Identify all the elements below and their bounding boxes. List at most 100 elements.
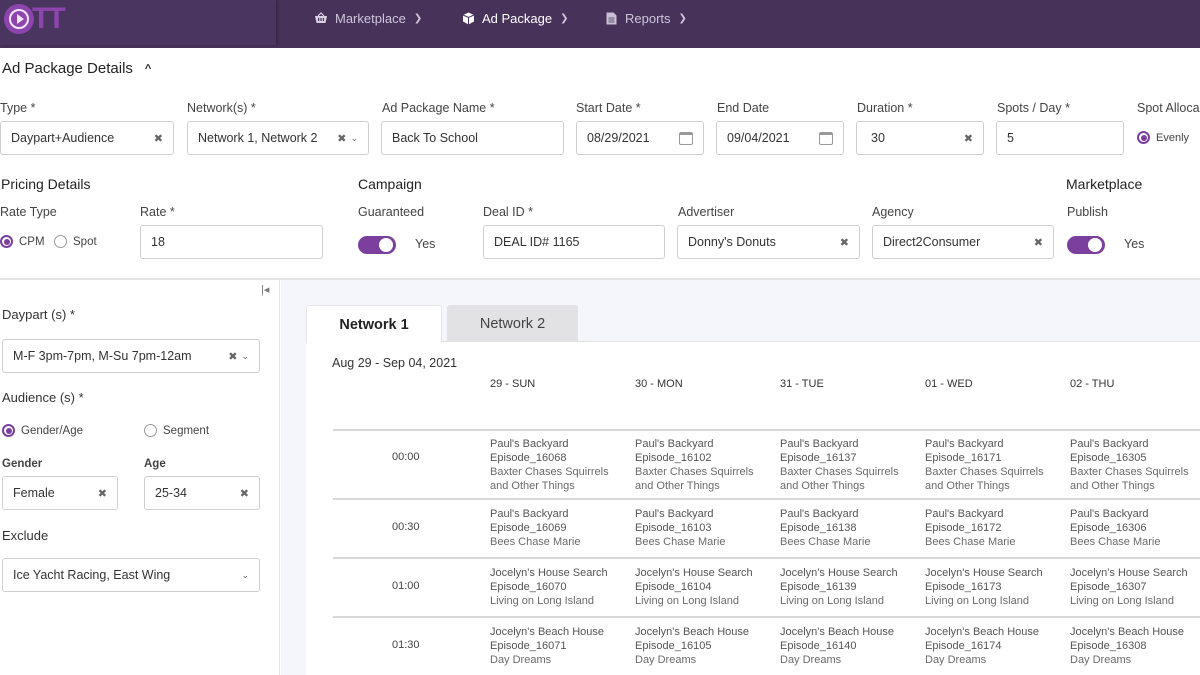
episode-title: Bees Chase Marie — [1070, 536, 1161, 548]
type-select[interactable]: Daypart+Audience ✖ — [0, 121, 174, 155]
program-title: Paul's Backyard — [490, 438, 569, 450]
schedule-cell[interactable]: Paul's Backyard Episode_16172 Bees Chase M… — [925, 507, 1016, 549]
chevron-up-icon[interactable]: ^ — [145, 63, 151, 75]
gender-select[interactable]: Female ✖ — [2, 476, 118, 510]
clear-icon[interactable]: ✖ — [154, 132, 163, 145]
advertiser-select[interactable]: Donny's Donuts ✖ — [677, 225, 860, 259]
rate-type-spot-radio[interactable]: Spot — [54, 235, 97, 248]
schedule-cell[interactable]: Jocelyn's House Search Episode_16104 Livin… — [635, 566, 753, 608]
nav-ad-package[interactable]: Ad Package ❯ — [461, 0, 569, 36]
schedule-cell[interactable]: Paul's Backyard Episode_16137 Baxter Chase… — [780, 437, 899, 493]
episode-title: Day Dreams — [635, 654, 697, 666]
program-title: Paul's Backyard — [925, 508, 1004, 520]
guaranteed-toggle[interactable] — [358, 236, 396, 254]
tab-network-2-label: Network 2 — [479, 315, 546, 332]
episode-title: Living on Long Island — [780, 595, 884, 607]
clear-icon[interactable]: ✖ — [840, 236, 849, 249]
schedule-cell[interactable]: Jocelyn's Beach House Episode_16174 Day Dr… — [925, 625, 1039, 667]
age-select[interactable]: 25-34 ✖ — [144, 476, 260, 510]
program-title: Jocelyn's House Search — [780, 567, 898, 579]
time-slot-label: 01:30 — [392, 639, 420, 651]
episode-title: Bees Chase Marie — [490, 536, 581, 548]
schedule-cell[interactable]: Paul's Backyard Episode_16069 Bees Chase M… — [490, 507, 581, 549]
episode-title: Baxter Chases Squirrels — [490, 466, 609, 478]
date-range: Aug 29 - Sep 04, 2021 — [332, 356, 458, 370]
nav-marketplace[interactable]: Marketplace ❯ — [314, 0, 422, 36]
ad-package-name-label: Ad Package Name * — [382, 101, 495, 115]
app-logo[interactable]: TT — [4, 3, 66, 35]
deal-id-input[interactable]: DEAL ID# 1165 — [483, 225, 665, 259]
type-label: Type * — [0, 101, 36, 115]
program-title: Jocelyn's House Search — [1070, 567, 1188, 579]
spots-per-day-input[interactable]: 5 — [996, 121, 1124, 155]
schedule-cell[interactable]: Jocelyn's House Search Episode_16070 Livin… — [490, 566, 608, 608]
episode-id: Episode_16140 — [780, 640, 857, 652]
schedule-cell[interactable]: Jocelyn's Beach House Episode_16071 Day Dr… — [490, 625, 604, 667]
agency-select[interactable]: Direct2Consumer ✖ — [872, 225, 1054, 259]
schedule-cell[interactable]: Paul's Backyard Episode_16171 Baxter Chase… — [925, 437, 1044, 493]
schedule-cell[interactable]: Jocelyn's House Search Episode_16139 Livin… — [780, 566, 898, 608]
marketplace-heading: Marketplace — [1066, 176, 1143, 192]
radio-unselected-icon — [144, 424, 157, 437]
audience-segment-radio[interactable]: Segment — [144, 424, 209, 437]
clear-icon[interactable]: ✖ — [964, 132, 973, 145]
start-date-input[interactable]: 08/29/2021 — [576, 121, 704, 155]
schedule-cell[interactable]: Paul's Backyard Episode_16102 Baxter Chase… — [635, 437, 754, 493]
calendar-icon[interactable] — [819, 131, 833, 145]
daypart-select[interactable]: M-F 3pm-7pm, M-Su 7pm-12am ✖ ⌄ — [2, 339, 260, 373]
schedule-grid — [306, 341, 1200, 675]
chevron-down-icon[interactable]: ⌄ — [241, 570, 249, 581]
clear-icon[interactable]: ✖ — [337, 132, 346, 145]
schedule-cell[interactable]: Jocelyn's Beach House Episode_16140 Day Dr… — [780, 625, 894, 667]
schedule-cell[interactable]: Jocelyn's Beach House Episode_16308 Day Dr… — [1070, 625, 1184, 667]
calendar-icon[interactable] — [679, 131, 693, 145]
allocation-evenly-radio[interactable]: Evenly — [1137, 131, 1189, 144]
chevron-down-icon[interactable]: ⌄ — [241, 351, 249, 362]
episode-id: Episode_16071 — [490, 640, 567, 652]
collapse-panel-icon[interactable]: |◂ — [261, 283, 269, 296]
episode-title: Baxter Chases Squirrels — [635, 466, 754, 478]
duration-select[interactable]: 30 ✖ — [856, 121, 984, 155]
episode-title: Baxter Chases Squirrels — [780, 466, 899, 478]
clear-icon[interactable]: ✖ — [98, 487, 107, 500]
episode-id: Episode_16102 — [635, 452, 712, 464]
schedule-cell[interactable]: Paul's Backyard Episode_16305 Baxter Chase… — [1070, 437, 1189, 493]
networks-select[interactable]: Network 1, Network 2 ✖ ⌄ — [187, 121, 369, 155]
schedule-cell[interactable]: Jocelyn's Beach House Episode_16105 Day Dr… — [635, 625, 749, 667]
audience-gender-age-radio[interactable]: Gender/Age — [2, 424, 83, 437]
deal-id-label: Deal ID * — [483, 205, 534, 219]
nav-reports[interactable]: Reports ❯ — [604, 0, 687, 36]
rate-input[interactable]: 18 — [140, 225, 323, 259]
episode-title: and Other Things — [925, 480, 1010, 492]
schedule-cell[interactable]: Paul's Backyard Episode_16138 Bees Chase M… — [780, 507, 871, 549]
chevron-down-icon[interactable]: ⌄ — [350, 133, 358, 144]
program-title: Jocelyn's Beach House — [925, 626, 1039, 638]
clear-icon[interactable]: ✖ — [1034, 236, 1043, 249]
logo-play-icon — [4, 4, 34, 34]
schedule-cell[interactable]: Jocelyn's House Search Episode_16173 Livin… — [925, 566, 1043, 608]
duration-label: Duration * — [857, 101, 913, 115]
episode-title: and Other Things — [635, 480, 720, 492]
ad-package-name-input[interactable]: Back To School — [381, 121, 564, 155]
schedule-cell[interactable]: Paul's Backyard Episode_16306 Bees Chase M… — [1070, 507, 1161, 549]
clear-icon[interactable]: ✖ — [240, 487, 249, 500]
type-value: Daypart+Audience — [11, 131, 115, 145]
tab-network-2[interactable]: Network 2 — [447, 305, 578, 342]
radio-selected-icon — [2, 424, 15, 437]
tab-network-1[interactable]: Network 1 — [306, 305, 442, 343]
schedule-cell[interactable]: Paul's Backyard Episode_16103 Bees Chase M… — [635, 507, 726, 549]
episode-id: Episode_16306 — [1070, 522, 1147, 534]
publish-toggle[interactable] — [1067, 236, 1105, 254]
end-date-input[interactable]: 09/04/2021 — [716, 121, 844, 155]
program-title: Paul's Backyard — [780, 438, 859, 450]
episode-id: Episode_16105 — [635, 640, 712, 652]
episode-id: Episode_16103 — [635, 522, 712, 534]
exclude-select[interactable]: Ice Yacht Racing, East Wing ⌄ — [2, 558, 260, 592]
schedule-cell[interactable]: Paul's Backyard Episode_16068 Baxter Chase… — [490, 437, 609, 493]
clear-icon[interactable]: ✖ — [228, 350, 237, 363]
episode-id: Episode_16139 — [780, 581, 857, 593]
day-header: 31 - TUE — [780, 378, 824, 390]
ad-package-details-header[interactable]: Ad Package Details ^ — [2, 60, 151, 77]
schedule-cell[interactable]: Jocelyn's House Search Episode_16307 Livin… — [1070, 566, 1188, 608]
rate-type-cpm-radio[interactable]: CPM — [0, 235, 45, 248]
